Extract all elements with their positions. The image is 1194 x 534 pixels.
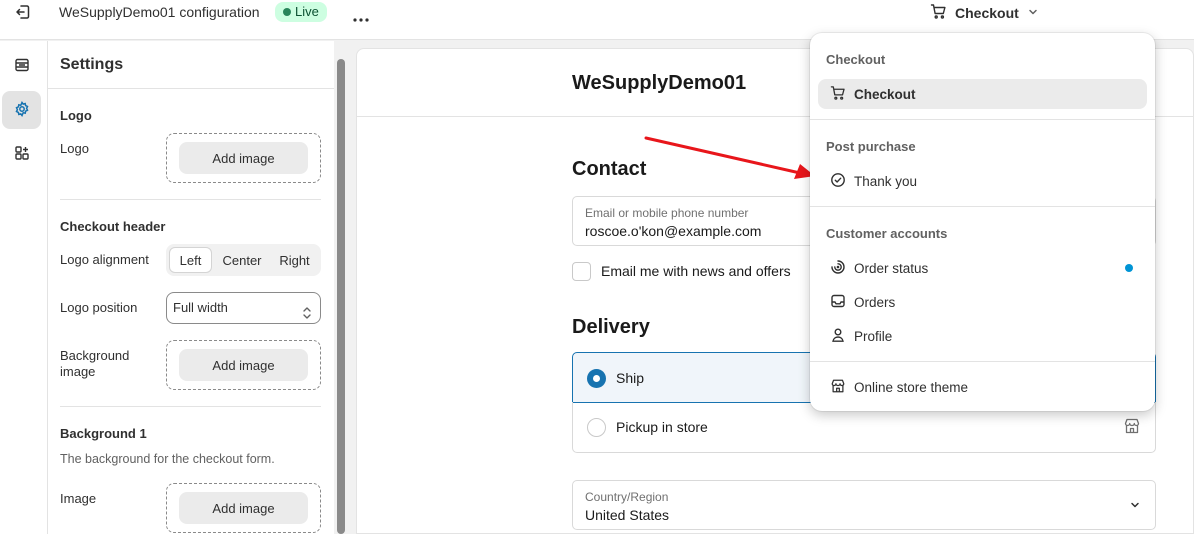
check-circle-icon: [830, 172, 846, 191]
ship-label: Ship: [616, 370, 645, 386]
divider: [810, 361, 1155, 362]
exit-icon[interactable]: [14, 3, 32, 21]
logo-alignment-label: Logo alignment: [60, 252, 149, 267]
status-badge-label: Live: [295, 4, 319, 19]
menu-item-online-store-theme-label: Online store theme: [854, 379, 969, 395]
store-name: WeSupplyDemo01: [572, 72, 747, 94]
menu-item-order-status[interactable]: Order status: [818, 253, 1147, 283]
ship-radio[interactable]: [587, 369, 606, 388]
background-image-label: Background image: [60, 348, 130, 379]
settings-button[interactable]: [2, 91, 41, 129]
page-selector-label: Checkout: [955, 5, 1019, 21]
person-icon: [830, 327, 846, 346]
settings-scrollbar[interactable]: [334, 41, 348, 534]
page-dropdown-menu: Checkout Checkout Post purchase Thank yo…: [810, 33, 1155, 411]
menu-item-thank-you-label: Thank you: [854, 173, 918, 189]
menu-item-orders-label: Orders: [854, 294, 896, 310]
email-field-value: roscoe.o'kon@example.com: [585, 223, 762, 239]
country-label: Country/Region: [585, 490, 669, 504]
select-chevron-icon: [302, 301, 312, 331]
menu-item-orders[interactable]: Orders: [818, 287, 1147, 317]
pickup-label: Pickup in store: [616, 419, 708, 435]
menu-item-thank-you[interactable]: Thank you: [818, 166, 1147, 196]
add-image-button[interactable]: Add image: [179, 492, 308, 524]
background1-description: The background for the checkout form.: [60, 452, 275, 466]
alignment-left-option[interactable]: Left: [169, 247, 212, 273]
email-field-label: Email or mobile phone number: [585, 206, 749, 220]
logo-alignment-segmented: Left Center Right: [166, 244, 321, 276]
newsletter-label: Email me with news and offers: [601, 263, 791, 279]
annotation-arrow-icon: [644, 136, 815, 179]
post-purchase-section-title: Post purchase: [826, 139, 916, 154]
divider: [60, 406, 321, 407]
sections-button[interactable]: [2, 47, 41, 85]
app-title: WeSupplyDemo01 configuration: [59, 4, 260, 20]
divider: [810, 206, 1155, 207]
add-background-image-button[interactable]: Add image: [179, 349, 308, 381]
pickup-radio[interactable]: [587, 418, 606, 437]
live-dot-icon: [283, 8, 291, 16]
logo-section-title: Logo: [60, 108, 92, 123]
menu-item-order-status-label: Order status: [854, 260, 929, 276]
logo-label: Logo: [60, 141, 89, 156]
menu-item-checkout-label: Checkout: [854, 86, 916, 102]
scrollbar-thumb[interactable]: [337, 59, 345, 534]
divider: [48, 88, 334, 89]
apps-icon: [14, 145, 30, 164]
add-logo-image-button[interactable]: Add image: [179, 142, 308, 174]
contact-heading: Contact: [572, 158, 647, 180]
more-icon[interactable]: [352, 10, 370, 22]
delivery-heading: Delivery: [572, 316, 650, 338]
notification-dot-icon: [1125, 264, 1133, 272]
alignment-center-option[interactable]: Center: [215, 247, 269, 273]
apps-button[interactable]: [2, 135, 41, 173]
gear-icon: [14, 100, 30, 120]
order-status-icon: [830, 259, 846, 278]
logo-position-label: Logo position: [60, 300, 138, 315]
divider: [60, 199, 321, 200]
logo-position-select[interactable]: Full width: [166, 292, 321, 324]
menu-item-checkout[interactable]: Checkout: [818, 79, 1147, 109]
newsletter-checkbox[interactable]: [572, 262, 591, 281]
chevron-down-icon: [1129, 499, 1141, 514]
image-dropzone[interactable]: Add image: [166, 483, 321, 533]
store-icon: [1123, 417, 1141, 438]
logo-dropzone[interactable]: Add image: [166, 133, 321, 183]
menu-item-profile[interactable]: Profile: [818, 321, 1147, 351]
inbox-icon: [830, 293, 846, 312]
page-selector[interactable]: Checkout: [930, 2, 1039, 24]
alignment-right-option[interactable]: Right: [271, 247, 318, 273]
checkout-section-title: Checkout: [826, 52, 886, 67]
icon-rail: [0, 41, 48, 534]
customer-accounts-section-title: Customer accounts: [826, 226, 948, 241]
menu-item-profile-label: Profile: [854, 328, 893, 344]
background-image-dropzone[interactable]: Add image: [166, 340, 321, 390]
logo-position-value: Full width: [173, 300, 228, 315]
cart-icon: [830, 85, 846, 104]
divider: [810, 119, 1155, 120]
sections-icon: [14, 57, 30, 76]
settings-title: Settings: [60, 56, 124, 73]
settings-panel: Settings Logo Logo Add image Checkout he…: [48, 41, 334, 534]
image-label: Image: [60, 491, 97, 506]
checkout-header-section-title: Checkout header: [60, 219, 166, 234]
cart-icon: [930, 3, 947, 23]
chevron-down-icon: [1027, 5, 1039, 21]
country-value: United States: [585, 507, 670, 523]
store-icon: [830, 378, 846, 397]
menu-item-online-store-theme[interactable]: Online store theme: [818, 372, 1147, 402]
country-select[interactable]: Country/Region United States: [572, 480, 1156, 530]
status-badge: Live: [275, 2, 327, 22]
background1-section-title: Background 1: [60, 426, 147, 441]
